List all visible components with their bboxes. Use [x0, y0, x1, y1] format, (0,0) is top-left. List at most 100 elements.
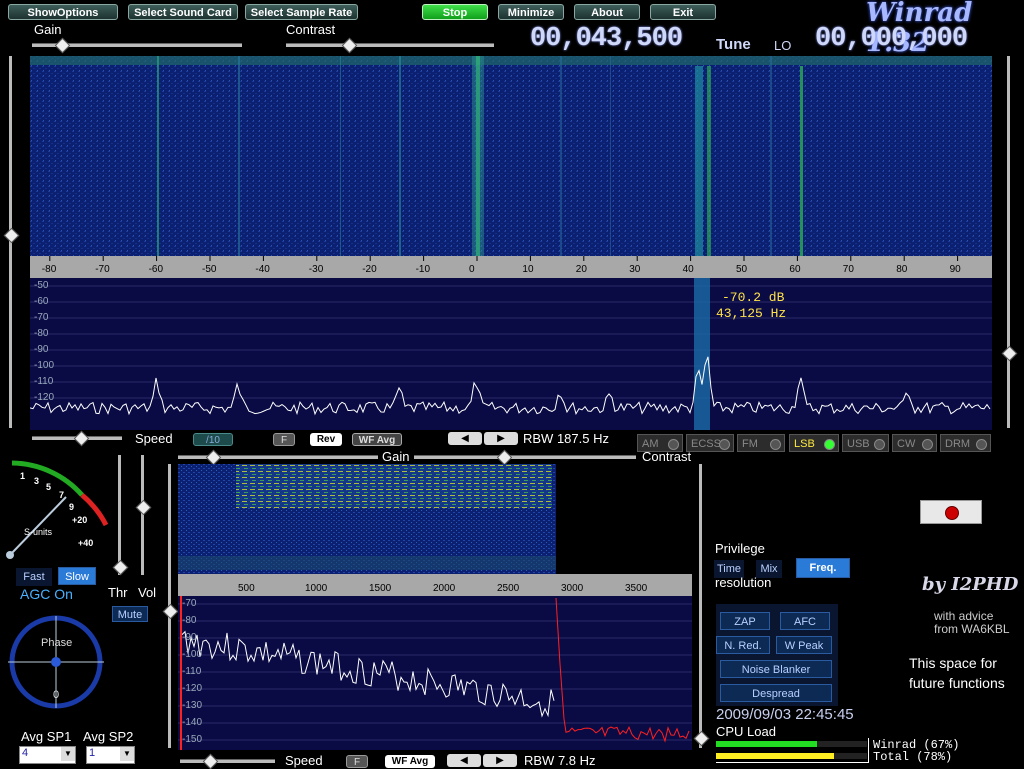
phase-zero-label: 0	[53, 689, 60, 701]
mode-cw-button[interactable]: CW	[892, 434, 937, 452]
despread-button[interactable]: Despread	[720, 684, 832, 702]
audio-contrast-slider-knob[interactable]	[496, 449, 513, 466]
exit-button[interactable]: Exit	[650, 4, 716, 20]
audio-right-slider[interactable]	[699, 464, 702, 748]
phase-label: Phase	[41, 637, 73, 649]
mode-led-icon	[976, 439, 987, 450]
audio-speed-slider-knob[interactable]	[202, 753, 219, 769]
mode-label: CW	[897, 438, 916, 450]
datetime: 2009/09/03 22:45:45	[716, 706, 854, 723]
main-y-tick-label: -50	[34, 280, 49, 291]
main-x-tick-label: 80	[896, 264, 908, 275]
main-waterfall[interactable]	[30, 56, 992, 256]
noise-reduction-button[interactable]: N. Red.	[716, 636, 770, 654]
threshold-slider-knob[interactable]	[112, 559, 129, 576]
chevron-down-icon: ▼	[61, 747, 75, 761]
audio-left-slider-knob[interactable]	[162, 603, 179, 620]
zap-button[interactable]: ZAP	[720, 612, 770, 630]
audio-f-button[interactable]: F	[346, 755, 368, 768]
audio-speed-slider[interactable]	[180, 759, 275, 763]
afc-button[interactable]: AFC	[780, 612, 830, 630]
audio-contrast-label: Contrast	[642, 449, 692, 464]
step-left-button[interactable]: ◀	[448, 432, 482, 445]
gain-slider-knob[interactable]	[54, 37, 71, 54]
volume-slider-knob[interactable]	[135, 499, 152, 516]
s-meter-scale-label: 7	[59, 490, 65, 500]
rev-button[interactable]: Rev	[310, 433, 342, 446]
audio-gain-label: Gain	[382, 449, 410, 464]
main-y-tick-label: -100	[34, 360, 55, 371]
rbw-main: RBW 187.5 Hz	[523, 431, 609, 446]
speed-value[interactable]: /10	[193, 433, 233, 446]
avg-sp2-select[interactable]: 1 ▼	[86, 746, 135, 764]
record-icon	[945, 506, 959, 520]
audio-right-slider-knob[interactable]	[693, 730, 710, 747]
select-sound-card-button[interactable]: Select Sound Card	[128, 4, 238, 20]
wf-avg-button[interactable]: WF Avg	[352, 433, 402, 446]
audio-y-tick-label: -70	[182, 598, 197, 609]
main-spectrum-display[interactable]	[30, 56, 992, 430]
main-x-tick-label: 70	[842, 264, 854, 275]
s-meter-scale-label: +40	[78, 538, 94, 548]
contrast-slider[interactable]	[286, 43, 494, 47]
readout-db: -70.2 dB	[722, 290, 785, 305]
avg-sp1-select[interactable]: 4 ▼	[19, 746, 76, 764]
threshold-slider[interactable]	[118, 455, 121, 575]
main-x-tick-label: -60	[148, 264, 164, 275]
s-units-label: S-units	[24, 527, 53, 537]
main-x-tick-label: 10	[522, 264, 534, 275]
audio-y-tick-label: -90	[182, 632, 197, 643]
right-vertical-slider-knob[interactable]	[1001, 345, 1018, 362]
main-x-tick-label: -50	[202, 264, 217, 275]
agc-slow-button[interactable]: Slow	[58, 567, 96, 585]
tune-frequency[interactable]: 00,043,500	[530, 24, 683, 54]
select-sample-rate-button[interactable]: Select Sample Rate	[245, 4, 358, 20]
tuned-passband[interactable]	[694, 278, 710, 430]
privilege-freq-button[interactable]: Freq.	[796, 558, 850, 578]
audio-y-tick-label: -140	[182, 717, 203, 728]
audio-spectrum-plot[interactable]	[178, 596, 692, 750]
lo-frequency[interactable]: 00,000,000	[815, 24, 968, 54]
waterfall-speed-slider-knob[interactable]	[73, 430, 90, 447]
audio-spectrum-display[interactable]	[178, 464, 692, 750]
left-vertical-slider-knob[interactable]	[3, 227, 20, 244]
main-y-tick-label: -110	[34, 376, 54, 387]
main-y-tick-label: -80	[34, 328, 49, 339]
s-meter-scale-label: 1	[20, 471, 26, 481]
audio-step-right-button[interactable]: ▶	[483, 754, 517, 767]
mode-drm-button[interactable]: DRM	[940, 434, 991, 452]
contrast-slider-knob[interactable]	[341, 37, 358, 54]
s-meter-needle	[9, 496, 67, 556]
mode-fm-button[interactable]: FM	[737, 434, 785, 452]
stop-button[interactable]: Stop	[422, 4, 488, 20]
step-right-button[interactable]: ▶	[484, 432, 518, 445]
s-meter-scale-label: 9	[69, 502, 75, 512]
audio-step-left-button[interactable]: ◀	[447, 754, 481, 767]
minimize-button[interactable]: Minimize	[498, 4, 564, 20]
resolution-label: resolution	[715, 575, 772, 590]
about-button[interactable]: About	[574, 4, 640, 20]
future-functions-line1: This space for	[909, 655, 997, 671]
noise-blanker-button[interactable]: Noise Blanker	[720, 660, 832, 678]
audio-gain-slider-knob[interactable]	[205, 449, 222, 466]
audio-y-tick-label: -150	[182, 734, 203, 745]
mode-usb-button[interactable]: USB	[842, 434, 889, 452]
f-button[interactable]: F	[273, 433, 295, 446]
mode-ecss-button[interactable]: ECSS	[686, 434, 734, 452]
readout-hz: 43,125 Hz	[716, 306, 787, 321]
audio-contrast-slider[interactable]	[414, 455, 636, 459]
right-vertical-slider[interactable]	[1007, 56, 1010, 428]
mode-lsb-button[interactable]: LSB	[789, 434, 839, 452]
w-peak-button[interactable]: W Peak	[776, 636, 832, 654]
audio-wf-avg-button[interactable]: WF Avg	[385, 755, 435, 768]
record-button[interactable]	[920, 500, 982, 524]
main-x-tick-label: -20	[362, 264, 377, 275]
mode-led-icon	[770, 439, 781, 450]
main-x-tick-label: -80	[41, 264, 57, 275]
mute-button[interactable]: Mute	[112, 606, 148, 622]
agc-status: AGC On	[20, 586, 73, 602]
audio-x-tick-label: 3000	[561, 583, 584, 594]
show-options-button[interactable]: ShowOptions	[8, 4, 118, 20]
main-x-tick-label: -70	[95, 264, 110, 275]
agc-fast-button[interactable]: Fast	[16, 568, 52, 586]
